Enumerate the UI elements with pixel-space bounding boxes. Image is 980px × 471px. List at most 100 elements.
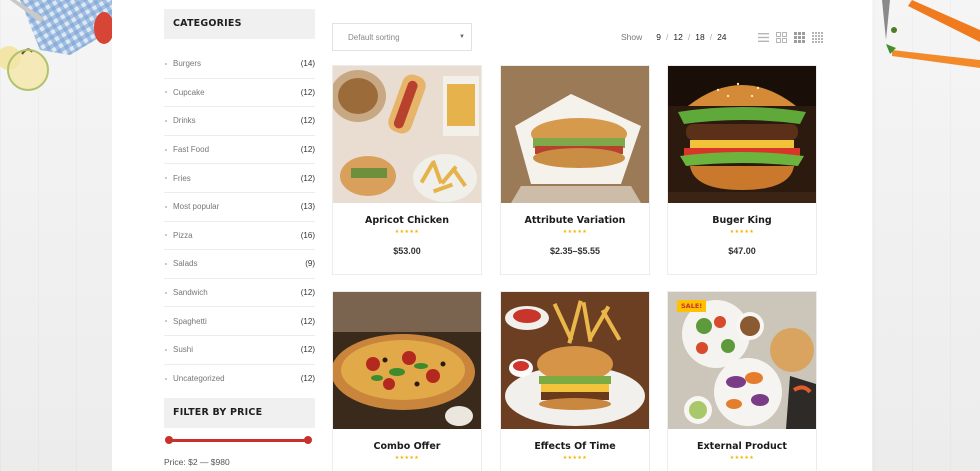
category-item-pizza[interactable]: Pizza (16) <box>164 222 315 251</box>
bullet-icon <box>165 91 167 94</box>
category-label: Spaghetti <box>173 316 207 326</box>
price-range-text: Price: $2 — $980 <box>164 457 230 467</box>
show-label: Show <box>621 32 643 42</box>
list-view-icon[interactable] <box>758 32 769 43</box>
bullet-icon <box>165 291 167 294</box>
product-title[interactable]: Effects Of Time <box>501 441 649 452</box>
category-label: Sushi <box>173 345 194 355</box>
category-label: Burgers <box>173 59 202 69</box>
category-item-most-popular[interactable]: Most popular (13) <box>164 193 315 222</box>
product-card[interactable]: Attribute Variation ★★★★★ $2.35–$5.55 <box>500 65 650 275</box>
category-count: (12) <box>300 116 315 126</box>
bullet-icon <box>165 377 167 380</box>
category-count: (12) <box>300 173 315 183</box>
category-item-fries[interactable]: Fries (12) <box>164 164 315 193</box>
grid-3-icon[interactable] <box>794 32 805 43</box>
caret-down-icon: ▼ <box>459 34 465 40</box>
separator: / <box>709 32 713 42</box>
burger-photo[interactable] <box>668 66 816 203</box>
sale-badge: SALE! <box>677 300 707 312</box>
bullet-icon <box>165 148 167 151</box>
show-option-12[interactable]: 12 <box>673 32 682 42</box>
category-item-salads[interactable]: Salads (9) <box>164 250 315 279</box>
product-title[interactable]: External Product <box>668 441 816 452</box>
product-card[interactable]: Effects Of Time ★★★★★ <box>500 291 650 471</box>
bullet-icon <box>165 177 167 180</box>
category-label: Salads <box>173 259 198 269</box>
sort-dropdown[interactable]: Default sorting ▼ <box>332 23 472 51</box>
product-card[interactable]: Buger King ★★★★★ $47.00 <box>667 65 817 275</box>
bullet-icon <box>165 119 167 122</box>
view-switcher <box>758 32 823 43</box>
category-item-sushi[interactable]: Sushi (12) <box>164 336 315 365</box>
category-label: Fries <box>173 173 191 183</box>
shop-content: CATEGORIES Burgers (14) Cupcake (12) Drink… <box>112 0 872 471</box>
category-item-sandwich[interactable]: Sandwich (12) <box>164 279 315 308</box>
category-count: (12) <box>300 288 315 298</box>
carrot-decoration <box>882 0 980 68</box>
salad-bowls-photo[interactable] <box>668 292 816 429</box>
rating-stars: ★★★★★ <box>394 229 420 235</box>
category-count: (12) <box>300 316 315 326</box>
price-filter-title: FILTER BY PRICE <box>164 398 315 428</box>
category-label: Sandwich <box>173 288 208 298</box>
grid-2-icon[interactable] <box>776 32 787 43</box>
category-count: (14) <box>300 59 315 69</box>
price-slider[interactable] <box>165 436 312 444</box>
price-slider-min-handle[interactable] <box>165 436 173 444</box>
grid-4-icon[interactable] <box>812 32 823 43</box>
price-slider-track <box>169 438 308 442</box>
hotdogs-fries-photo[interactable] <box>333 66 481 203</box>
bullet-icon <box>165 62 167 65</box>
product-title[interactable]: Attribute Variation <box>501 215 649 226</box>
category-label: Pizza <box>173 230 193 240</box>
category-item-cupcake[interactable]: Cupcake (12) <box>164 79 315 108</box>
bullet-icon <box>165 262 167 265</box>
price-slider-max-handle[interactable] <box>304 436 312 444</box>
product-card[interactable]: Combo Offer ★★★★★ <box>332 291 482 471</box>
separator: / <box>687 32 691 42</box>
bullet-icon <box>165 348 167 351</box>
category-count: (9) <box>305 259 315 269</box>
category-item-drinks[interactable]: Drinks (12) <box>164 107 315 136</box>
category-count: (12) <box>300 87 315 97</box>
show-option-24[interactable]: 24 <box>717 32 726 42</box>
product-title[interactable]: Buger King <box>668 215 816 226</box>
category-label: Cupcake <box>173 87 205 97</box>
product-title[interactable]: Apricot Chicken <box>333 215 481 226</box>
product-price: $47.00 <box>728 246 756 256</box>
categories-widget-title: CATEGORIES <box>164 9 315 39</box>
bullet-icon <box>165 205 167 208</box>
category-count: (16) <box>300 230 315 240</box>
bullet-icon <box>165 234 167 237</box>
category-count: (12) <box>300 374 315 384</box>
product-price: $2.35–$5.55 <box>549 246 601 256</box>
product-card[interactable]: SALE! External Product ★★★★★ <box>667 291 817 471</box>
category-item-spaghetti[interactable]: Spaghetti (12) <box>164 307 315 336</box>
product-price: $53.00 <box>393 246 421 256</box>
category-item-burgers[interactable]: Burgers (14) <box>164 50 315 79</box>
category-label: Uncategorized <box>173 374 225 384</box>
napkin-apple-decoration <box>0 0 112 91</box>
category-item-uncategorized[interactable]: Uncategorized (12) <box>164 365 315 394</box>
category-count: (13) <box>300 202 315 212</box>
rating-stars: ★★★★★ <box>562 455 588 461</box>
product-card[interactable]: Apricot Chicken ★★★★★ $53.00 <box>332 65 482 275</box>
sandwich-photo[interactable] <box>501 66 649 203</box>
product-title[interactable]: Combo Offer <box>333 441 481 452</box>
bullet-icon <box>165 320 167 323</box>
products-per-page: Show 9 / 12 / 18 / 24 <box>621 32 727 42</box>
category-count: (12) <box>300 145 315 155</box>
category-label: Fast Food <box>173 145 210 155</box>
rating-stars: ★★★★★ <box>562 229 588 235</box>
pizza-photo[interactable] <box>333 292 481 429</box>
show-option-18[interactable]: 18 <box>695 32 704 42</box>
category-list: Burgers (14) Cupcake (12) Drinks (12) Fast … <box>164 50 315 393</box>
rating-stars: ★★★★★ <box>394 455 420 461</box>
separator: / <box>666 32 669 42</box>
category-label: Most popular <box>173 202 220 212</box>
category-label: Drinks <box>173 116 196 126</box>
show-option-9[interactable]: 9 <box>656 32 661 42</box>
burger-fries-photo[interactable] <box>501 292 649 429</box>
category-item-fast-food[interactable]: Fast Food (12) <box>164 136 315 165</box>
